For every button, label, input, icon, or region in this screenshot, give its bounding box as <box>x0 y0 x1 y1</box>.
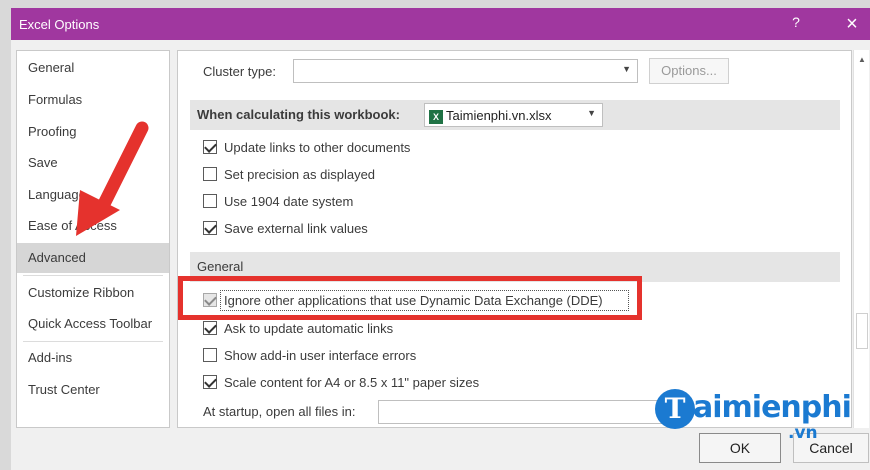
ask-update-links-checkbox[interactable] <box>203 321 217 335</box>
taimienphi-watermark: T aimienphi .vn <box>655 387 852 447</box>
sidebar-item-quick-access-toolbar[interactable]: Quick Access Toolbar <box>17 309 169 339</box>
sidebar-divider <box>23 275 163 276</box>
watermark-domain: .vn <box>788 423 818 443</box>
watermark-logo: T <box>655 389 695 429</box>
set-precision-checkbox[interactable] <box>203 167 217 181</box>
update-links-checkbox[interactable] <box>203 140 217 154</box>
scroll-up-icon[interactable]: ▲ <box>854 52 870 68</box>
pointer-arrow-icon <box>76 121 149 236</box>
scale-content-label: Scale content for A4 or 8.5 x 11" paper … <box>224 375 480 390</box>
watermark-brand: aimienphi <box>693 390 852 425</box>
update-links-label: Update links to other documents <box>224 140 411 155</box>
general-section-label: General <box>197 259 244 274</box>
sidebar-item-customize-ribbon[interactable]: Customize Ribbon <box>17 278 169 308</box>
sidebar-item-general[interactable]: General <box>17 53 169 83</box>
sidebar-item-trust-center[interactable]: Trust Center <box>17 375 169 405</box>
highlight-box <box>178 276 642 320</box>
save-external-links-checkbox[interactable] <box>203 221 217 235</box>
sidebar-item-advanced[interactable]: Advanced <box>17 243 169 273</box>
scroll-thumb[interactable] <box>856 313 868 349</box>
workbook-select-value: Taimienphi.vn.xlsx <box>446 108 552 123</box>
cluster-type-label: Cluster type: <box>203 64 276 79</box>
sidebar-item-add-ins[interactable]: Add-ins <box>17 343 169 373</box>
chevron-down-icon: ▼ <box>587 108 596 118</box>
cluster-options-button[interactable]: Options... <box>649 58 729 84</box>
ask-update-links-label: Ask to update automatic links <box>224 321 394 336</box>
startup-folder-input[interactable] <box>378 400 678 424</box>
cluster-type-select[interactable]: ▼ <box>293 59 638 83</box>
close-button[interactable]: × <box>838 11 866 37</box>
show-addin-errors-label: Show add-in user interface errors <box>224 348 417 363</box>
sidebar-divider <box>23 341 163 342</box>
startup-folder-label: At startup, open all files in: <box>203 404 356 419</box>
help-button[interactable]: ? <box>786 14 806 34</box>
set-precision-label: Set precision as displayed <box>224 167 376 182</box>
workbook-select[interactable]: X Taimienphi.vn.xlsx ▼ <box>424 103 603 127</box>
chevron-down-icon: ▼ <box>622 64 631 74</box>
save-external-links-label: Save external link values <box>224 221 368 236</box>
panel-scrollbar[interactable]: ▲ <box>853 50 869 428</box>
workbook-section-label: When calculating this workbook: <box>197 107 400 122</box>
use-1904-checkbox[interactable] <box>203 194 217 208</box>
scale-content-checkbox[interactable] <box>203 375 217 389</box>
title-bar: Excel Options ? × <box>11 8 870 40</box>
sidebar-item-formulas[interactable]: Formulas <box>17 85 169 115</box>
use-1904-label: Use 1904 date system <box>224 194 354 209</box>
excel-file-icon: X <box>429 109 443 124</box>
show-addin-errors-checkbox[interactable] <box>203 348 217 362</box>
window-title: Excel Options <box>19 17 100 32</box>
